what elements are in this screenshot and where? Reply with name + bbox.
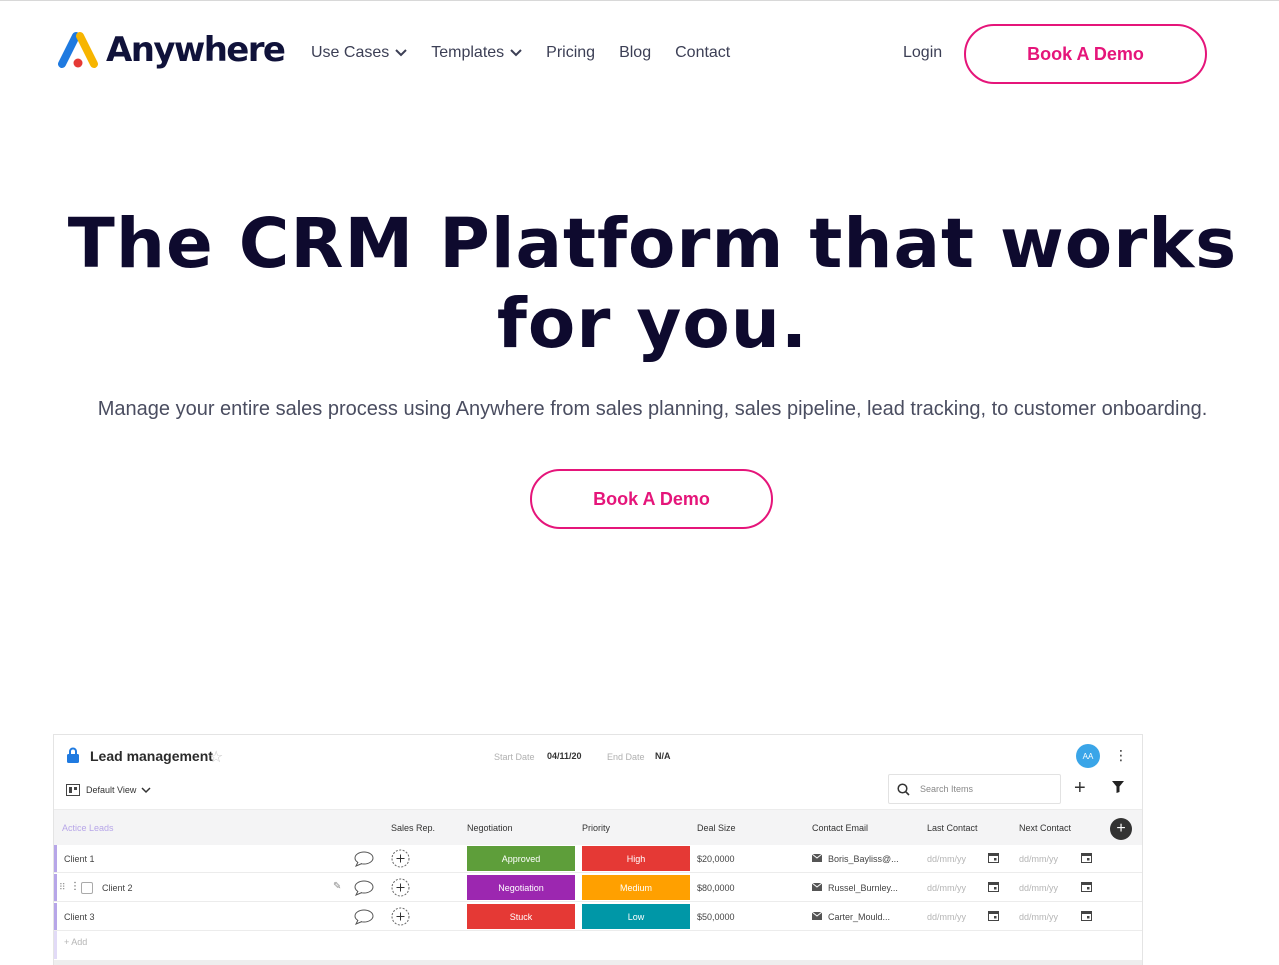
menu-use-cases[interactable]: Use Cases [311, 44, 407, 62]
priority-status[interactable]: Medium [582, 875, 690, 900]
end-date-label: End Date [607, 752, 645, 762]
add-person-icon[interactable] [391, 849, 410, 871]
next-contact[interactable]: dd/mm/yy [1019, 883, 1058, 893]
board-view-icon [66, 784, 80, 796]
deal-size[interactable]: $80,0000 [697, 883, 735, 893]
board-title: Lead management [90, 748, 213, 764]
contact-email[interactable]: Boris_Bayliss@... [828, 854, 899, 864]
contact-email[interactable]: Carter_Mould... [828, 912, 890, 922]
logo-text: Anywhere [106, 30, 286, 70]
item-name[interactable]: Client 1 [64, 854, 95, 864]
chevron-down-icon [510, 44, 522, 62]
calendar-icon[interactable] [1081, 910, 1092, 924]
calendar-icon[interactable] [1081, 852, 1092, 866]
book-demo-button-hero[interactable]: Book A Demo [530, 469, 773, 529]
star-icon[interactable]: ☆ [209, 747, 223, 767]
deal-size[interactable]: $50,0000 [697, 912, 735, 922]
group-label[interactable]: Actice Leads [62, 823, 114, 833]
last-contact[interactable]: dd/mm/yy [927, 883, 966, 893]
item-name[interactable]: Client 3 [64, 912, 95, 922]
deal-size[interactable]: $20,0000 [697, 854, 735, 864]
main-menu: Use Cases Templates Pricing Blog Contact [311, 44, 754, 62]
filter-icon[interactable] [1112, 781, 1124, 796]
menu-label: Templates [431, 44, 505, 61]
logo[interactable]: Anywhere [58, 30, 286, 70]
menu-pricing[interactable]: Pricing [546, 44, 595, 62]
menu-label: Contact [675, 44, 731, 61]
hero-title: The CRM Platform that works for you. [67, 204, 1238, 364]
column-header[interactable]: Last Contact [927, 823, 978, 833]
mail-icon [811, 882, 823, 894]
negotiation-status[interactable]: Negotiation [467, 875, 575, 900]
add-column-button[interactable]: + [1110, 818, 1132, 840]
start-date-label: Start Date [494, 752, 535, 762]
row-checkbox[interactable] [81, 882, 93, 894]
table-row[interactable]: Client 1 Approved High $20,0000 Boris_Ba… [54, 845, 1142, 873]
chevron-down-icon [141, 786, 151, 793]
comment-icon[interactable] [354, 909, 374, 928]
item-name[interactable]: Client 2 [102, 883, 133, 893]
search-icon [897, 782, 910, 796]
add-item-label[interactable]: + Add [64, 937, 87, 947]
add-item-icon[interactable]: + [1074, 777, 1086, 800]
menu-templates[interactable]: Templates [431, 44, 522, 62]
menu-blog[interactable]: Blog [619, 44, 651, 62]
end-date-value: N/A [655, 751, 671, 761]
priority-status[interactable]: High [582, 846, 690, 871]
lock-icon [66, 747, 80, 766]
row-menu-icon[interactable]: ⋮ [70, 881, 80, 892]
drag-handle-icon[interactable]: ⠿ [59, 882, 66, 893]
calendar-icon[interactable] [988, 852, 999, 866]
menu-contact[interactable]: Contact [675, 44, 730, 62]
mail-icon [811, 911, 823, 923]
table-row[interactable]: ⠿ ⋮ Client 2 ✎ Negotiation Medium $80,00… [54, 874, 1142, 902]
add-person-icon[interactable] [391, 878, 410, 900]
edit-pencil-icon[interactable]: ✎ [333, 881, 341, 892]
logo-icon [58, 32, 98, 68]
start-date-value: 04/11/20 [547, 751, 582, 761]
add-person-icon[interactable] [391, 907, 410, 929]
next-contact[interactable]: dd/mm/yy [1019, 912, 1058, 922]
column-header[interactable]: Contact Email [812, 823, 868, 833]
avatar[interactable]: AA [1076, 744, 1100, 768]
negotiation-status[interactable]: Stuck [467, 904, 575, 929]
table-row[interactable]: Client 3 Stuck Low $50,0000 Carter_Mould… [54, 903, 1142, 931]
next-contact[interactable]: dd/mm/yy [1019, 854, 1058, 864]
column-header[interactable]: Next Contact [1019, 823, 1071, 833]
top-navigation: Anywhere Use Cases Templates Pricing Blo… [0, 0, 1279, 108]
mail-icon [811, 853, 823, 865]
column-header[interactable]: Sales Rep. [391, 823, 435, 833]
priority-status[interactable]: Low [582, 904, 690, 929]
menu-label: Blog [619, 44, 652, 61]
contact-email[interactable]: Russel_Burnley... [828, 883, 898, 893]
book-demo-button-nav[interactable]: Book A Demo [964, 24, 1207, 84]
crm-board-preview: Lead management ☆ Start Date 04/11/20 En… [53, 734, 1143, 965]
hero-subtitle: Manage your entire sales process using A… [97, 398, 1208, 420]
chevron-down-icon [395, 44, 407, 62]
column-header[interactable]: Negotiation [467, 823, 513, 833]
menu-label: Use Cases [311, 44, 390, 61]
view-label: Default View [86, 785, 137, 795]
menu-label: Pricing [546, 44, 596, 61]
column-header[interactable]: Deal Size [697, 823, 736, 833]
calendar-icon[interactable] [988, 910, 999, 924]
comment-icon[interactable] [354, 851, 374, 870]
search-input[interactable]: Search Items [888, 774, 1061, 804]
column-header[interactable]: Priority [582, 823, 610, 833]
comment-icon[interactable] [354, 880, 374, 899]
calendar-icon[interactable] [1081, 881, 1092, 895]
negotiation-status[interactable]: Approved [467, 846, 575, 871]
more-options-icon[interactable]: ⋮ [1114, 747, 1128, 764]
calendar-icon[interactable] [988, 881, 999, 895]
add-item-row[interactable]: + Add [54, 931, 1142, 959]
view-selector[interactable]: Default View [66, 784, 151, 796]
search-placeholder: Search Items [920, 784, 974, 794]
table-header: Actice Leads Sales Rep. Negotiation Prio… [54, 809, 1142, 845]
last-contact[interactable]: dd/mm/yy [927, 854, 966, 864]
last-contact[interactable]: dd/mm/yy [927, 912, 966, 922]
login-link[interactable]: Login [903, 44, 942, 62]
horizontal-scrollbar[interactable] [54, 960, 1142, 965]
